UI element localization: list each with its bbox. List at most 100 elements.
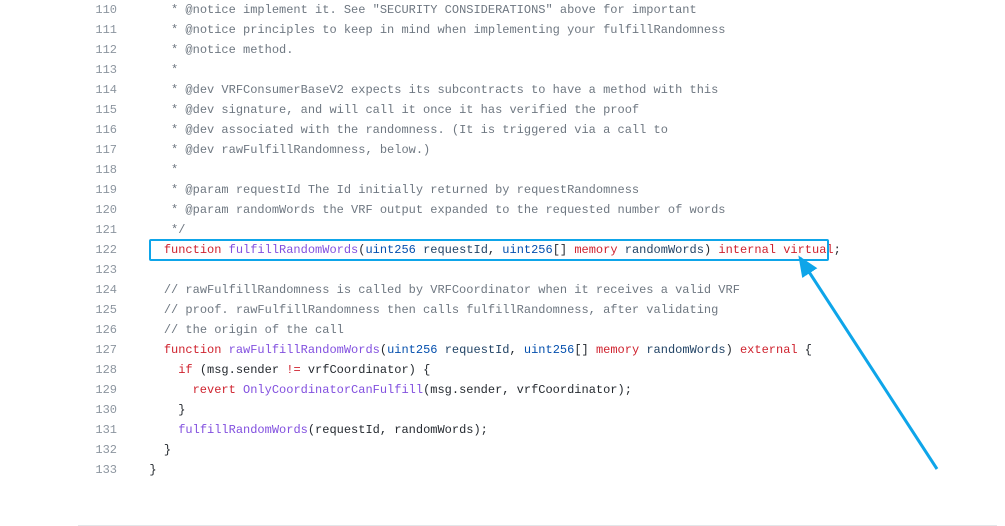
- code-token: requestId: [423, 243, 488, 257]
- line-content: revert OnlyCoordinatorCanFulfill(msg.sen…: [135, 380, 1005, 400]
- code-token: (msg.sender, vrfCoordinator);: [423, 383, 632, 397]
- code-token: // rawFulfillRandomness is called by VRF…: [164, 283, 740, 297]
- line-number: 122: [85, 240, 135, 260]
- line-number: 110: [85, 0, 135, 20]
- line-number: 130: [85, 400, 135, 420]
- line-content: * @dev rawFulfillRandomness, below.): [135, 140, 1005, 160]
- code-token: }: [149, 463, 156, 477]
- line-content: * @notice implement it. See "SECURITY CO…: [135, 0, 1005, 20]
- line-content: * @notice principles to keep in mind whe…: [135, 20, 1005, 40]
- code-token: requestId: [445, 343, 510, 357]
- line-number: 123: [85, 260, 135, 280]
- code-line: 124 // rawFulfillRandomness is called by…: [85, 280, 1005, 300]
- code-token: uint256: [502, 243, 552, 257]
- code-token: ,: [488, 243, 502, 257]
- line-content: * @dev VRFConsumerBaseV2 expects its sub…: [135, 80, 1005, 100]
- code-token: revert: [193, 383, 236, 397]
- code-token: {: [798, 343, 812, 357]
- line-number: 121: [85, 220, 135, 240]
- code-line: 125 // proof. rawFulfillRandomness then …: [85, 300, 1005, 320]
- code-token: [221, 343, 228, 357]
- line-content: * @dev signature, and will call it once …: [135, 100, 1005, 120]
- line-number: 131: [85, 420, 135, 440]
- line-number: 116: [85, 120, 135, 140]
- code-token: }: [178, 403, 185, 417]
- code-token: [437, 343, 444, 357]
- code-token: []: [574, 343, 596, 357]
- code-line: 114 * @dev VRFConsumerBaseV2 expects its…: [85, 80, 1005, 100]
- line-number: 114: [85, 80, 135, 100]
- line-number: 120: [85, 200, 135, 220]
- line-content: }: [135, 400, 1005, 420]
- code-token: uint256: [387, 343, 437, 357]
- code-line: 111 * @notice principles to keep in mind…: [85, 20, 1005, 40]
- code-token: randomWords: [625, 243, 704, 257]
- code-token: (msg.sender: [193, 363, 287, 377]
- code-token: (requestId, randomWords);: [308, 423, 488, 437]
- code-token: * @notice method.: [171, 43, 293, 57]
- code-token: * @notice implement it. See "SECURITY CO…: [171, 3, 697, 17]
- code-token: function: [164, 343, 222, 357]
- code-line: 133 }: [85, 460, 1005, 480]
- line-number: 127: [85, 340, 135, 360]
- code-line: 121 */: [85, 220, 1005, 240]
- code-line: 112 * @notice method.: [85, 40, 1005, 60]
- line-number: 118: [85, 160, 135, 180]
- code-token: // proof. rawFulfillRandomness then call…: [164, 303, 719, 317]
- code-line: 126 // the origin of the call: [85, 320, 1005, 340]
- code-token: (: [380, 343, 387, 357]
- code-token: memory: [596, 343, 639, 357]
- code-token: function: [164, 243, 222, 257]
- code-token: vrfCoordinator) {: [301, 363, 431, 377]
- line-content: // rawFulfillRandomness is called by VRF…: [135, 280, 1005, 300]
- code-token: ,: [510, 343, 524, 357]
- code-line: 132 }: [85, 440, 1005, 460]
- code-token: ;: [834, 243, 841, 257]
- code-block: 110 * @notice implement it. See "SECURIT…: [0, 0, 1005, 480]
- code-token: if: [178, 363, 192, 377]
- line-number: 115: [85, 100, 135, 120]
- code-token: fulfillRandomWords: [178, 423, 308, 437]
- code-token: *: [171, 163, 178, 177]
- line-content: */: [135, 220, 1005, 240]
- code-token: [221, 243, 228, 257]
- code-line: 128 if (msg.sender != vrfCoordinator) {: [85, 360, 1005, 380]
- line-content: }: [135, 460, 1005, 480]
- line-number: 133: [85, 460, 135, 480]
- line-number: 129: [85, 380, 135, 400]
- code-token: !=: [286, 363, 300, 377]
- code-token: virtual: [783, 243, 833, 257]
- code-token: memory: [574, 243, 617, 257]
- line-content: // proof. rawFulfillRandomness then call…: [135, 300, 1005, 320]
- code-line: 122 function fulfillRandomWords(uint256 …: [85, 240, 1005, 260]
- line-content: fulfillRandomWords(requestId, randomWord…: [135, 420, 1005, 440]
- line-number: 117: [85, 140, 135, 160]
- code-token: ): [704, 243, 718, 257]
- code-token: fulfillRandomWords: [229, 243, 359, 257]
- code-line: 110 * @notice implement it. See "SECURIT…: [85, 0, 1005, 20]
- code-token: randomWords: [646, 343, 725, 357]
- code-token: * @notice principles to keep in mind whe…: [171, 23, 726, 37]
- line-number: 113: [85, 60, 135, 80]
- code-token: // the origin of the call: [164, 323, 344, 337]
- line-number: 128: [85, 360, 135, 380]
- code-token: OnlyCoordinatorCanFulfill: [243, 383, 423, 397]
- code-token: * @param requestId The Id initially retu…: [171, 183, 639, 197]
- code-token: * @dev VRFConsumerBaseV2 expects its sub…: [171, 83, 718, 97]
- code-token: }: [164, 443, 171, 457]
- line-number: 132: [85, 440, 135, 460]
- line-content: *: [135, 60, 1005, 80]
- line-number: 112: [85, 40, 135, 60]
- line-content: * @param requestId The Id initially retu…: [135, 180, 1005, 200]
- line-content: }: [135, 440, 1005, 460]
- line-number: 119: [85, 180, 135, 200]
- code-token: */: [171, 223, 185, 237]
- line-number: 126: [85, 320, 135, 340]
- line-content: function rawFulfillRandomWords(uint256 r…: [135, 340, 1005, 360]
- code-line: 115 * @dev signature, and will call it o…: [85, 100, 1005, 120]
- code-line: 119 * @param requestId The Id initially …: [85, 180, 1005, 200]
- code-token: [618, 243, 625, 257]
- code-line: 129 revert OnlyCoordinatorCanFulfill(msg…: [85, 380, 1005, 400]
- line-number: 111: [85, 20, 135, 40]
- code-token: uint256: [524, 343, 574, 357]
